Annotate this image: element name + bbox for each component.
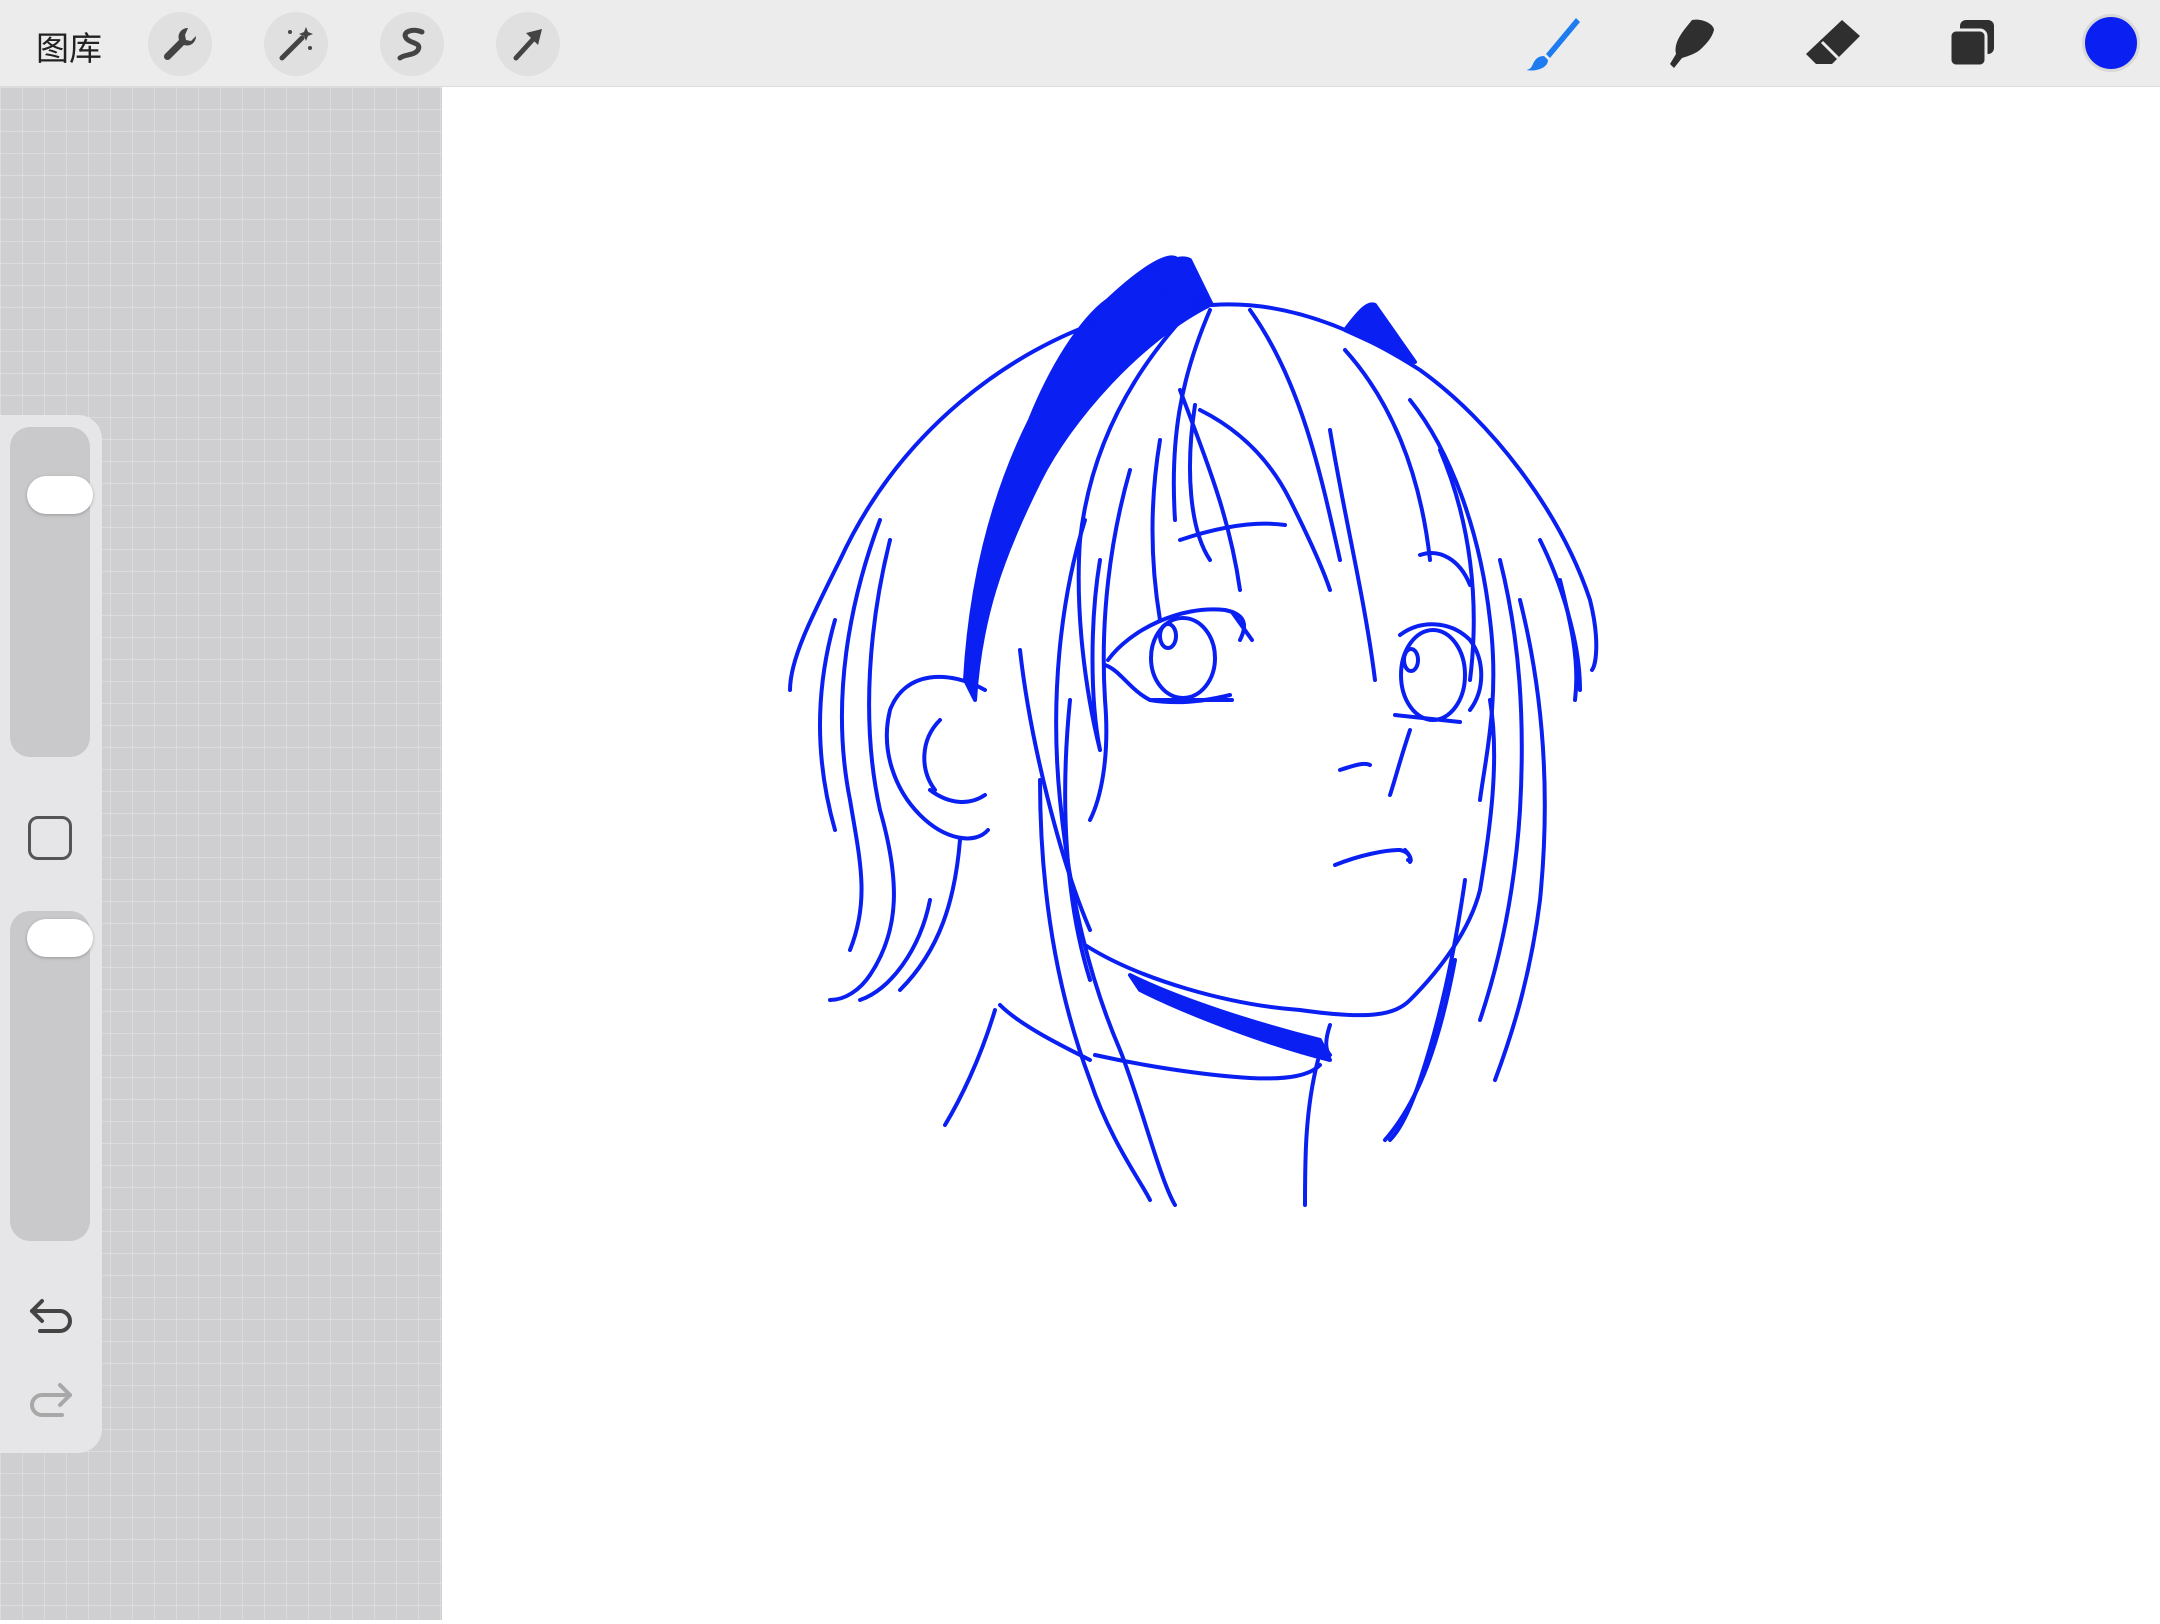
modify-button[interactable] (28, 816, 72, 860)
brush-icon (1526, 18, 1580, 71)
gallery-button[interactable]: 图库 (36, 22, 102, 70)
sidebar-panel (0, 415, 102, 1453)
transform-button[interactable] (496, 12, 560, 76)
brush-size-slider[interactable] (10, 427, 93, 757)
opacity-slider-thumb[interactable] (27, 919, 93, 957)
smudge-tool-button[interactable] (1660, 14, 1724, 74)
drawing-canvas[interactable] (442, 87, 2160, 1620)
top-toolbar: 图库 (0, 0, 2160, 87)
layers-icon (1948, 20, 1994, 68)
canvas-background (0, 87, 442, 1620)
color-picker-button[interactable] (2082, 14, 2140, 72)
smudge-icon (1670, 19, 1714, 68)
redo-icon (30, 1383, 72, 1417)
adjustments-button[interactable] (264, 12, 328, 76)
eraser-icon (1806, 20, 1860, 64)
move-arrow-icon (513, 29, 542, 61)
actions-button[interactable] (148, 12, 212, 76)
undo-button[interactable] (26, 1293, 76, 1337)
selection-button[interactable] (380, 12, 444, 76)
opacity-slider[interactable] (10, 911, 93, 1241)
selection-icon (397, 27, 425, 61)
undo-icon (30, 1299, 72, 1333)
line-art-drawing (788, 255, 1599, 1207)
eraser-tool-button[interactable] (1800, 14, 1864, 74)
wrench-icon (163, 27, 197, 61)
brush-size-slider-thumb[interactable] (27, 476, 93, 515)
brush-tool-button[interactable] (1520, 14, 1584, 74)
magic-wand-icon (279, 27, 313, 61)
redo-button[interactable] (26, 1377, 76, 1421)
layers-button[interactable] (1940, 14, 2004, 74)
